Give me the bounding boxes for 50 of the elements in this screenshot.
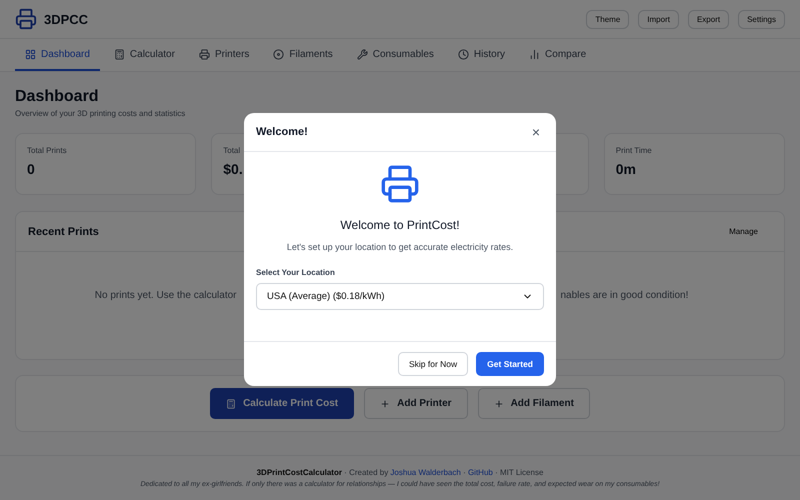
header-button[interactable]: Theme <box>586 10 630 28</box>
footer-credits: 3DPrintCostCalculator · Created by Joshua Walderbach · GitHub · MIT License <box>256 468 544 477</box>
printer-icon <box>198 48 210 60</box>
stat-value: $0. <box>223 161 244 177</box>
app-logo: 3DPCC <box>44 12 88 26</box>
printer-icon <box>15 8 37 30</box>
author-link[interactable]: Joshua Walderbach <box>390 468 461 477</box>
wrench-icon <box>356 48 368 60</box>
dialog-button[interactable]: Skip for Now <box>398 352 468 376</box>
action-button[interactable]: Calculate Print Cost <box>210 388 354 419</box>
nav-tab[interactable]: Printers <box>188 39 260 71</box>
grid-icon <box>25 48 36 60</box>
dialog-heading: Welcome to PrintCost! <box>340 218 460 232</box>
stat-label: Total <box>223 146 242 155</box>
manage-button[interactable]: Manage <box>723 226 764 237</box>
bar-chart-icon <box>529 48 540 60</box>
plus-icon <box>380 398 390 408</box>
header-button[interactable]: Settings <box>738 10 785 28</box>
header-button[interactable]: Import <box>638 10 679 28</box>
nav-tab[interactable]: Compare <box>519 39 596 71</box>
disc-icon <box>273 48 284 60</box>
nav-tab[interactable]: Consumables <box>346 39 444 71</box>
printer-icon <box>380 164 420 204</box>
clock-icon <box>458 48 469 60</box>
dialog-title: Welcome! <box>256 126 308 138</box>
stat-label: Print Time <box>616 146 653 155</box>
empty-message: No prints yet. Use the calculator <box>94 290 236 301</box>
page-title: Dashboard <box>15 88 100 106</box>
nav-tab[interactable]: History <box>448 39 516 71</box>
close-button[interactable]: × <box>528 124 544 140</box>
stat-value: 0m <box>616 161 637 177</box>
calculator-icon <box>114 48 125 60</box>
calculator-icon <box>226 398 236 408</box>
dialog-text: Let's set up your location to get accurate electricity rates. <box>286 242 514 252</box>
status-message: nables are in good condition! <box>560 290 688 301</box>
stat-label: Total Prints <box>27 146 68 155</box>
page-subtitle: Overview of your 3D printing costs and statistics <box>15 109 186 118</box>
nav-tab[interactable]: Dashboard <box>15 39 100 71</box>
nav-tab[interactable]: Filaments <box>263 39 343 71</box>
field-label: Select Your Location <box>256 268 335 277</box>
action-button[interactable]: Add Printer <box>364 388 468 419</box>
location-select[interactable]: USA (Average) ($0.18/kWh) <box>256 283 544 310</box>
dialog-button[interactable]: Get Started <box>476 352 544 376</box>
nav-tab[interactable]: Calculator <box>104 39 185 71</box>
github-link[interactable]: GitHub <box>468 468 493 477</box>
action-button[interactable]: Add Filament <box>478 388 590 419</box>
panel-title: Recent Prints <box>28 226 99 238</box>
stat-value: 0 <box>27 161 36 177</box>
header-button[interactable]: Export <box>688 10 730 28</box>
plus-icon <box>494 398 504 408</box>
